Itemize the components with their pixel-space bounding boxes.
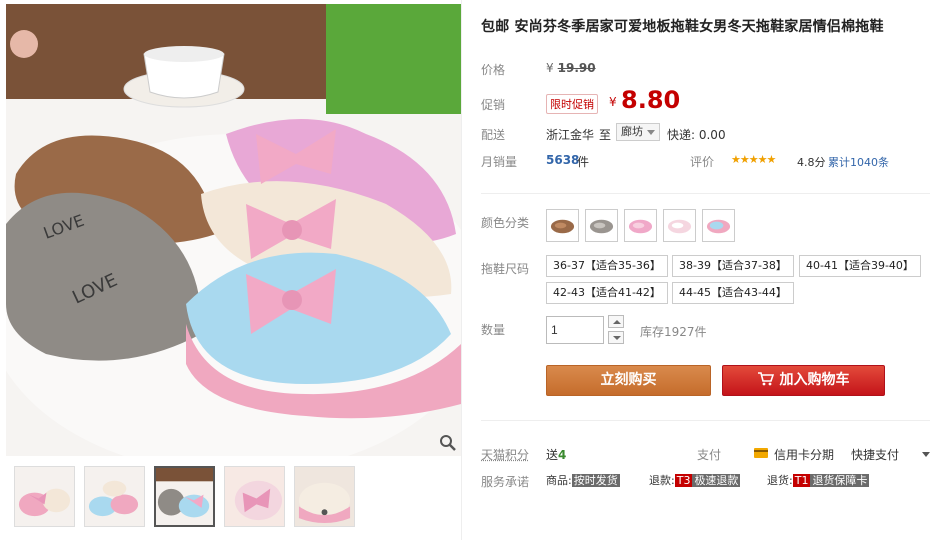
stock-count: 库存1927件 <box>640 325 707 339</box>
original-price: ¥19.90 <box>546 61 596 75</box>
credit-card-icon <box>754 448 768 458</box>
color-option-pink[interactable] <box>624 209 657 242</box>
sales-unit: 件 <box>577 155 590 169</box>
add-to-cart-button[interactable]: 加入购物车 <box>722 365 885 396</box>
payment-quick[interactable]: 快捷支付 <box>851 446 899 463</box>
size-label: 拖鞋尺码 <box>481 262 530 276</box>
size-option-4[interactable]: 42-43【适合41-42】 <box>546 282 668 304</box>
panel-divider <box>461 0 462 540</box>
express-fee: 快递: 0.00 <box>667 128 726 142</box>
chevron-down-icon[interactable] <box>922 452 930 457</box>
main-product-photo[interactable]: LOVE LOVE <box>6 4 461 456</box>
price-box: 价格 ¥19.90 促销 限时促销 ¥ 8.80 配送 浙江金华 至 廊坊 快递… <box>481 50 930 178</box>
product-title: 包邮 安尚芬冬季居家可爱地板拖鞋女男冬天拖鞋家居情侣棉拖鞋 <box>481 19 884 35</box>
quantity-input[interactable]: 1 <box>546 316 604 344</box>
slippers-photo-art: LOVE LOVE <box>6 4 461 456</box>
thumbnail-3[interactable] <box>154 466 215 527</box>
thumbnail-4[interactable] <box>224 466 285 527</box>
color-option-blue-pink[interactable] <box>702 209 735 242</box>
promise-label: 服务承诺 <box>481 475 530 489</box>
thumbnail-1[interactable] <box>14 466 75 527</box>
promo-price: 8.80 <box>621 86 681 114</box>
promise-return: 退货: T1 退货保障卡 <box>767 474 870 487</box>
sales-count: 5638 <box>546 153 580 167</box>
rating-score: 4.8分 <box>797 156 826 169</box>
thumbnail-5[interactable] <box>294 466 355 527</box>
promo-badge: 限时促销 <box>546 94 598 114</box>
promise-goods: 商品: 按时发货 <box>546 474 620 487</box>
star-rating-icon: ★★★★★ <box>731 153 776 166</box>
ship-from: 浙江金华 <box>546 128 595 142</box>
payment-card-installment[interactable]: 信用卡分期 <box>774 446 834 463</box>
promo-currency: ¥ <box>609 95 617 109</box>
zoom-icon[interactable] <box>439 434 457 452</box>
buy-now-button[interactable]: 立刻购买 <box>546 365 711 396</box>
reviews-link[interactable]: 累计1040条 <box>828 154 889 170</box>
color-option-brown[interactable] <box>546 209 579 242</box>
divider <box>481 193 930 194</box>
thumbnail-strip <box>14 466 355 527</box>
thumbnail-2[interactable] <box>84 466 145 527</box>
color-options <box>546 209 735 242</box>
size-option-3[interactable]: 40-41【适合39-40】 <box>799 255 921 277</box>
size-option-5[interactable]: 44-45【适合43-44】 <box>672 282 794 304</box>
rating-label: 评价 <box>690 155 715 169</box>
color-label: 颜色分类 <box>481 216 530 230</box>
points-label[interactable]: 天猫积分 <box>481 446 529 463</box>
city-select[interactable]: 廊坊 <box>616 123 660 141</box>
ship-to-word: 至 <box>599 128 612 142</box>
size-option-1[interactable]: 36-37【适合35-36】 <box>546 255 668 277</box>
size-option-2[interactable]: 38-39【适合37-38】 <box>672 255 794 277</box>
quantity-increase-button[interactable] <box>608 315 624 328</box>
shipping-label: 配送 <box>481 128 506 142</box>
quantity-label: 数量 <box>481 323 506 337</box>
sales-label: 月销量 <box>481 155 518 169</box>
quantity-decrease-button[interactable] <box>608 331 624 344</box>
divider <box>481 420 930 421</box>
color-option-gray[interactable] <box>585 209 618 242</box>
promise-refund: 退款: T3 极速退款 <box>649 474 741 487</box>
color-option-pink-white[interactable] <box>663 209 696 242</box>
promo-label: 促销 <box>481 98 506 112</box>
product-gallery: LOVE LOVE <box>6 4 461 539</box>
price-label: 价格 <box>481 63 506 77</box>
cart-icon <box>757 371 774 385</box>
product-info-panel: 包邮 安尚芬冬季居家可爱地板拖鞋女男冬天拖鞋家居情侣棉拖鞋 价格 ¥19.90 … <box>481 0 930 540</box>
points-value: 送4 <box>546 448 567 462</box>
chevron-down-icon <box>647 130 655 135</box>
payment-label: 支付 <box>697 448 722 462</box>
